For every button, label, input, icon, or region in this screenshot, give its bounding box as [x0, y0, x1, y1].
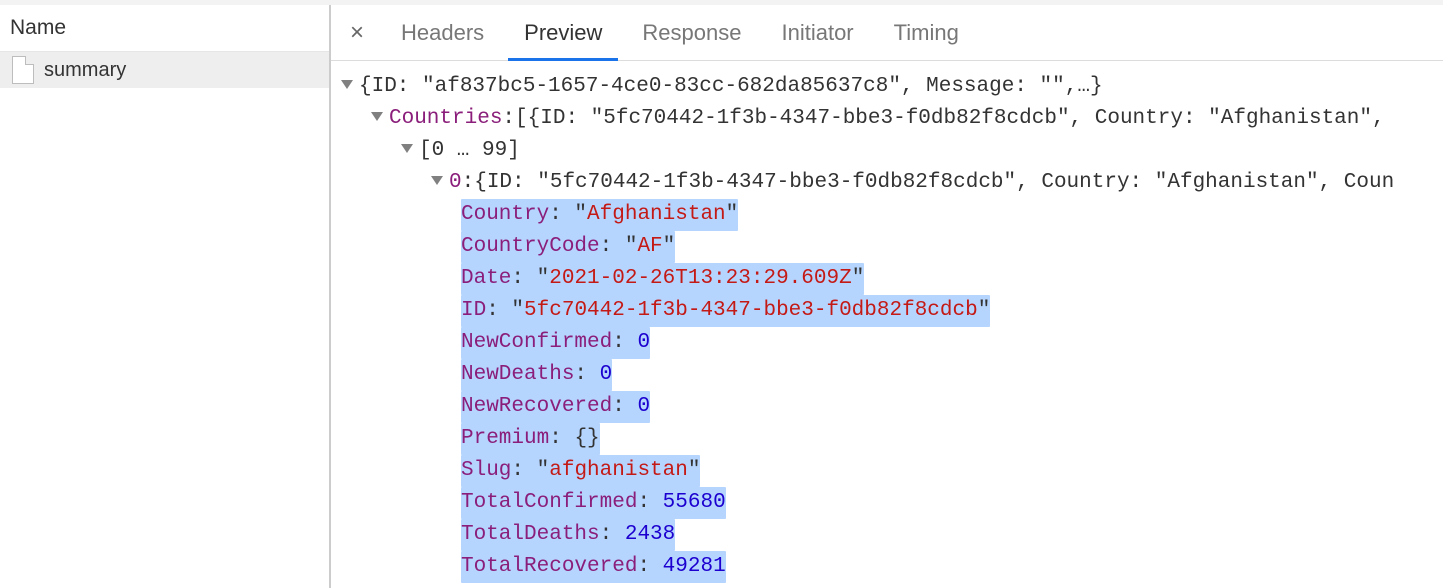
tab-response[interactable]: Response	[622, 5, 761, 60]
chevron-down-icon[interactable]	[431, 176, 443, 185]
prop-date[interactable]: Date: "2021-02-26T13:23:29.609Z"	[331, 263, 1443, 295]
tree-index-0[interactable]: 0: {ID: "5fc70442-1f3b-4347-bbe3-f0db82f…	[331, 167, 1443, 199]
prop-id[interactable]: ID: "5fc70442-1f3b-4347-bbe3-f0db82f8cdc…	[331, 295, 1443, 327]
prop-premium[interactable]: Premium: {}	[331, 423, 1443, 455]
tree-root[interactable]: {ID: "af837bc5-1657-4ce0-83cc-682da85637…	[331, 71, 1443, 103]
chevron-down-icon[interactable]	[401, 144, 413, 153]
prop-newdeaths[interactable]: NewDeaths: 0	[331, 359, 1443, 391]
details-panel: × Headers Preview Response Initiator Tim…	[331, 5, 1443, 588]
range-label: [0 … 99]	[419, 135, 520, 167]
chevron-down-icon[interactable]	[341, 80, 353, 89]
request-name: summary	[44, 59, 126, 82]
file-icon	[12, 56, 34, 84]
devtools-panel: Name summary × Headers Preview Response …	[0, 0, 1443, 588]
prop-newrecovered[interactable]: NewRecovered: 0	[331, 391, 1443, 423]
tab-headers[interactable]: Headers	[381, 5, 504, 60]
tab-initiator[interactable]: Initiator	[761, 5, 873, 60]
tree-range[interactable]: [0 … 99]	[331, 135, 1443, 167]
prop-slug[interactable]: Slug: "afghanistan"	[331, 455, 1443, 487]
prop-countrycode[interactable]: CountryCode: "AF"	[331, 231, 1443, 263]
tab-timing[interactable]: Timing	[874, 5, 979, 60]
name-column-header[interactable]: Name	[0, 5, 329, 52]
tab-bar: × Headers Preview Response Initiator Tim…	[331, 5, 1443, 61]
key-countries: Countries	[389, 103, 502, 135]
prop-totalrecovered[interactable]: TotalRecovered: 49281	[331, 551, 1443, 583]
index-0-summary: {ID: "5fc70442-1f3b-4347-bbe3-f0db82f8cd…	[474, 167, 1394, 199]
index-0-key: 0	[449, 167, 462, 199]
prop-country[interactable]: Country: "Afghanistan"	[331, 199, 1443, 231]
tab-preview[interactable]: Preview	[504, 5, 622, 60]
prop-newconfirmed[interactable]: NewConfirmed: 0	[331, 327, 1443, 359]
close-icon[interactable]: ×	[343, 19, 371, 47]
request-item-summary[interactable]: summary	[0, 52, 329, 88]
tree-countries[interactable]: Countries: [{ID: "5fc70442-1f3b-4347-bbe…	[331, 103, 1443, 135]
prop-totalconfirmed[interactable]: TotalConfirmed: 55680	[331, 487, 1443, 519]
chevron-down-icon[interactable]	[371, 112, 383, 121]
prop-totaldeaths[interactable]: TotalDeaths: 2438	[331, 519, 1443, 551]
preview-body: {ID: "af837bc5-1657-4ce0-83cc-682da85637…	[331, 61, 1443, 588]
countries-summary: [{ID: "5fc70442-1f3b-4347-bbe3-f0db82f8c…	[515, 103, 1385, 135]
root-summary: {ID: "af837bc5-1657-4ce0-83cc-682da85637…	[359, 71, 1103, 103]
request-list-panel: Name summary	[0, 5, 331, 588]
